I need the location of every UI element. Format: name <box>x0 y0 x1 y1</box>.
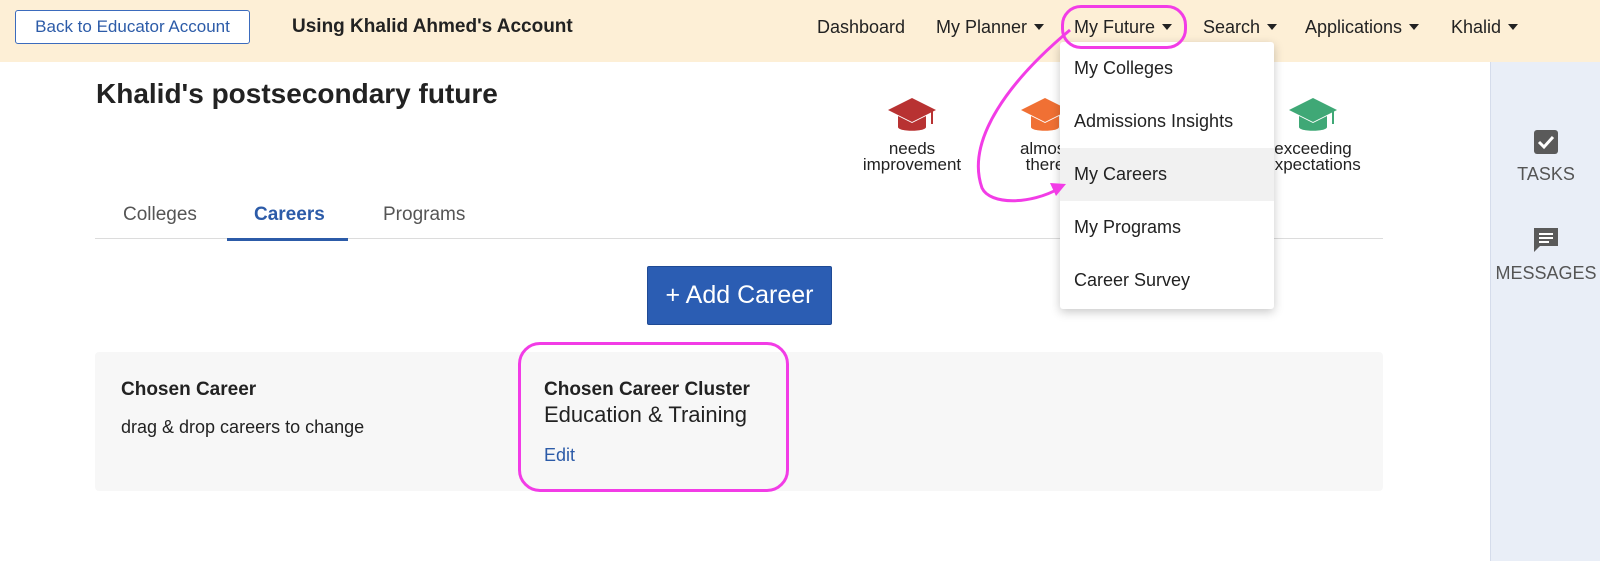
sidebar-tasks-label: TASKS <box>1517 164 1575 184</box>
chosen-career-label: Chosen Career <box>121 379 257 400</box>
nav-my-planner-label: My Planner <box>936 17 1028 37</box>
my-future-dropdown-menu: My Colleges Admissions Insights My Caree… <box>1060 42 1274 309</box>
nav-my-planner[interactable]: My Planner <box>936 17 1045 38</box>
menu-item-admissions-insights[interactable]: Admissions Insights <box>1060 95 1274 148</box>
nav-search-label: Search <box>1203 17 1261 37</box>
tab-programs[interactable]: Programs <box>383 204 465 238</box>
chevron-down-icon <box>1267 24 1278 30</box>
sidebar-tasks[interactable]: TASKS <box>1491 128 1600 185</box>
nav-applications-label: Applications <box>1305 17 1403 37</box>
legend-needs-improvement: needs improvement <box>847 96 977 173</box>
tab-careers[interactable]: Careers <box>227 204 348 241</box>
annotation-highlight-my-future <box>1061 5 1187 49</box>
sidebar-messages[interactable]: MESSAGES <box>1491 225 1600 284</box>
sidebar-messages-label: MESSAGES <box>1495 263 1597 283</box>
menu-item-my-programs[interactable]: My Programs <box>1060 201 1274 254</box>
nav-dashboard[interactable]: Dashboard <box>817 17 905 38</box>
nav-search[interactable]: Search <box>1203 17 1278 38</box>
using-account-label: Using Khalid Ahmed's Account <box>292 16 573 37</box>
legend-label-2: improvement <box>862 155 962 174</box>
nav-user-menu[interactable]: Khalid <box>1451 17 1519 38</box>
top-nav-bar: Back to Educator Account Using Khalid Ah… <box>0 0 1600 62</box>
chat-icon <box>1534 228 1558 252</box>
graduation-cap-icon <box>888 98 936 131</box>
menu-item-my-careers[interactable]: My Careers <box>1060 148 1274 201</box>
checkbox-icon <box>1534 130 1558 154</box>
right-sidebar: TASKS MESSAGES <box>1490 62 1600 561</box>
menu-item-career-survey[interactable]: Career Survey <box>1060 254 1274 307</box>
graduation-cap-icon <box>1289 98 1337 131</box>
page-title: Khalid's postsecondary future <box>96 78 498 109</box>
annotation-highlight-cluster <box>518 342 789 492</box>
tab-colleges[interactable]: Colleges <box>123 204 197 238</box>
chevron-down-icon <box>1034 24 1045 30</box>
chosen-career-hint: drag & drop careers to change <box>121 417 365 437</box>
nav-user-label: Khalid <box>1451 17 1502 37</box>
chevron-down-icon <box>1409 24 1420 30</box>
add-career-button[interactable]: + Add Career <box>647 266 832 325</box>
back-to-educator-button[interactable]: Back to Educator Account <box>15 10 250 44</box>
menu-item-my-colleges[interactable]: My Colleges <box>1060 42 1274 95</box>
nav-dashboard-label: Dashboard <box>817 17 906 37</box>
nav-applications[interactable]: Applications <box>1305 17 1420 38</box>
chevron-down-icon <box>1508 24 1519 30</box>
